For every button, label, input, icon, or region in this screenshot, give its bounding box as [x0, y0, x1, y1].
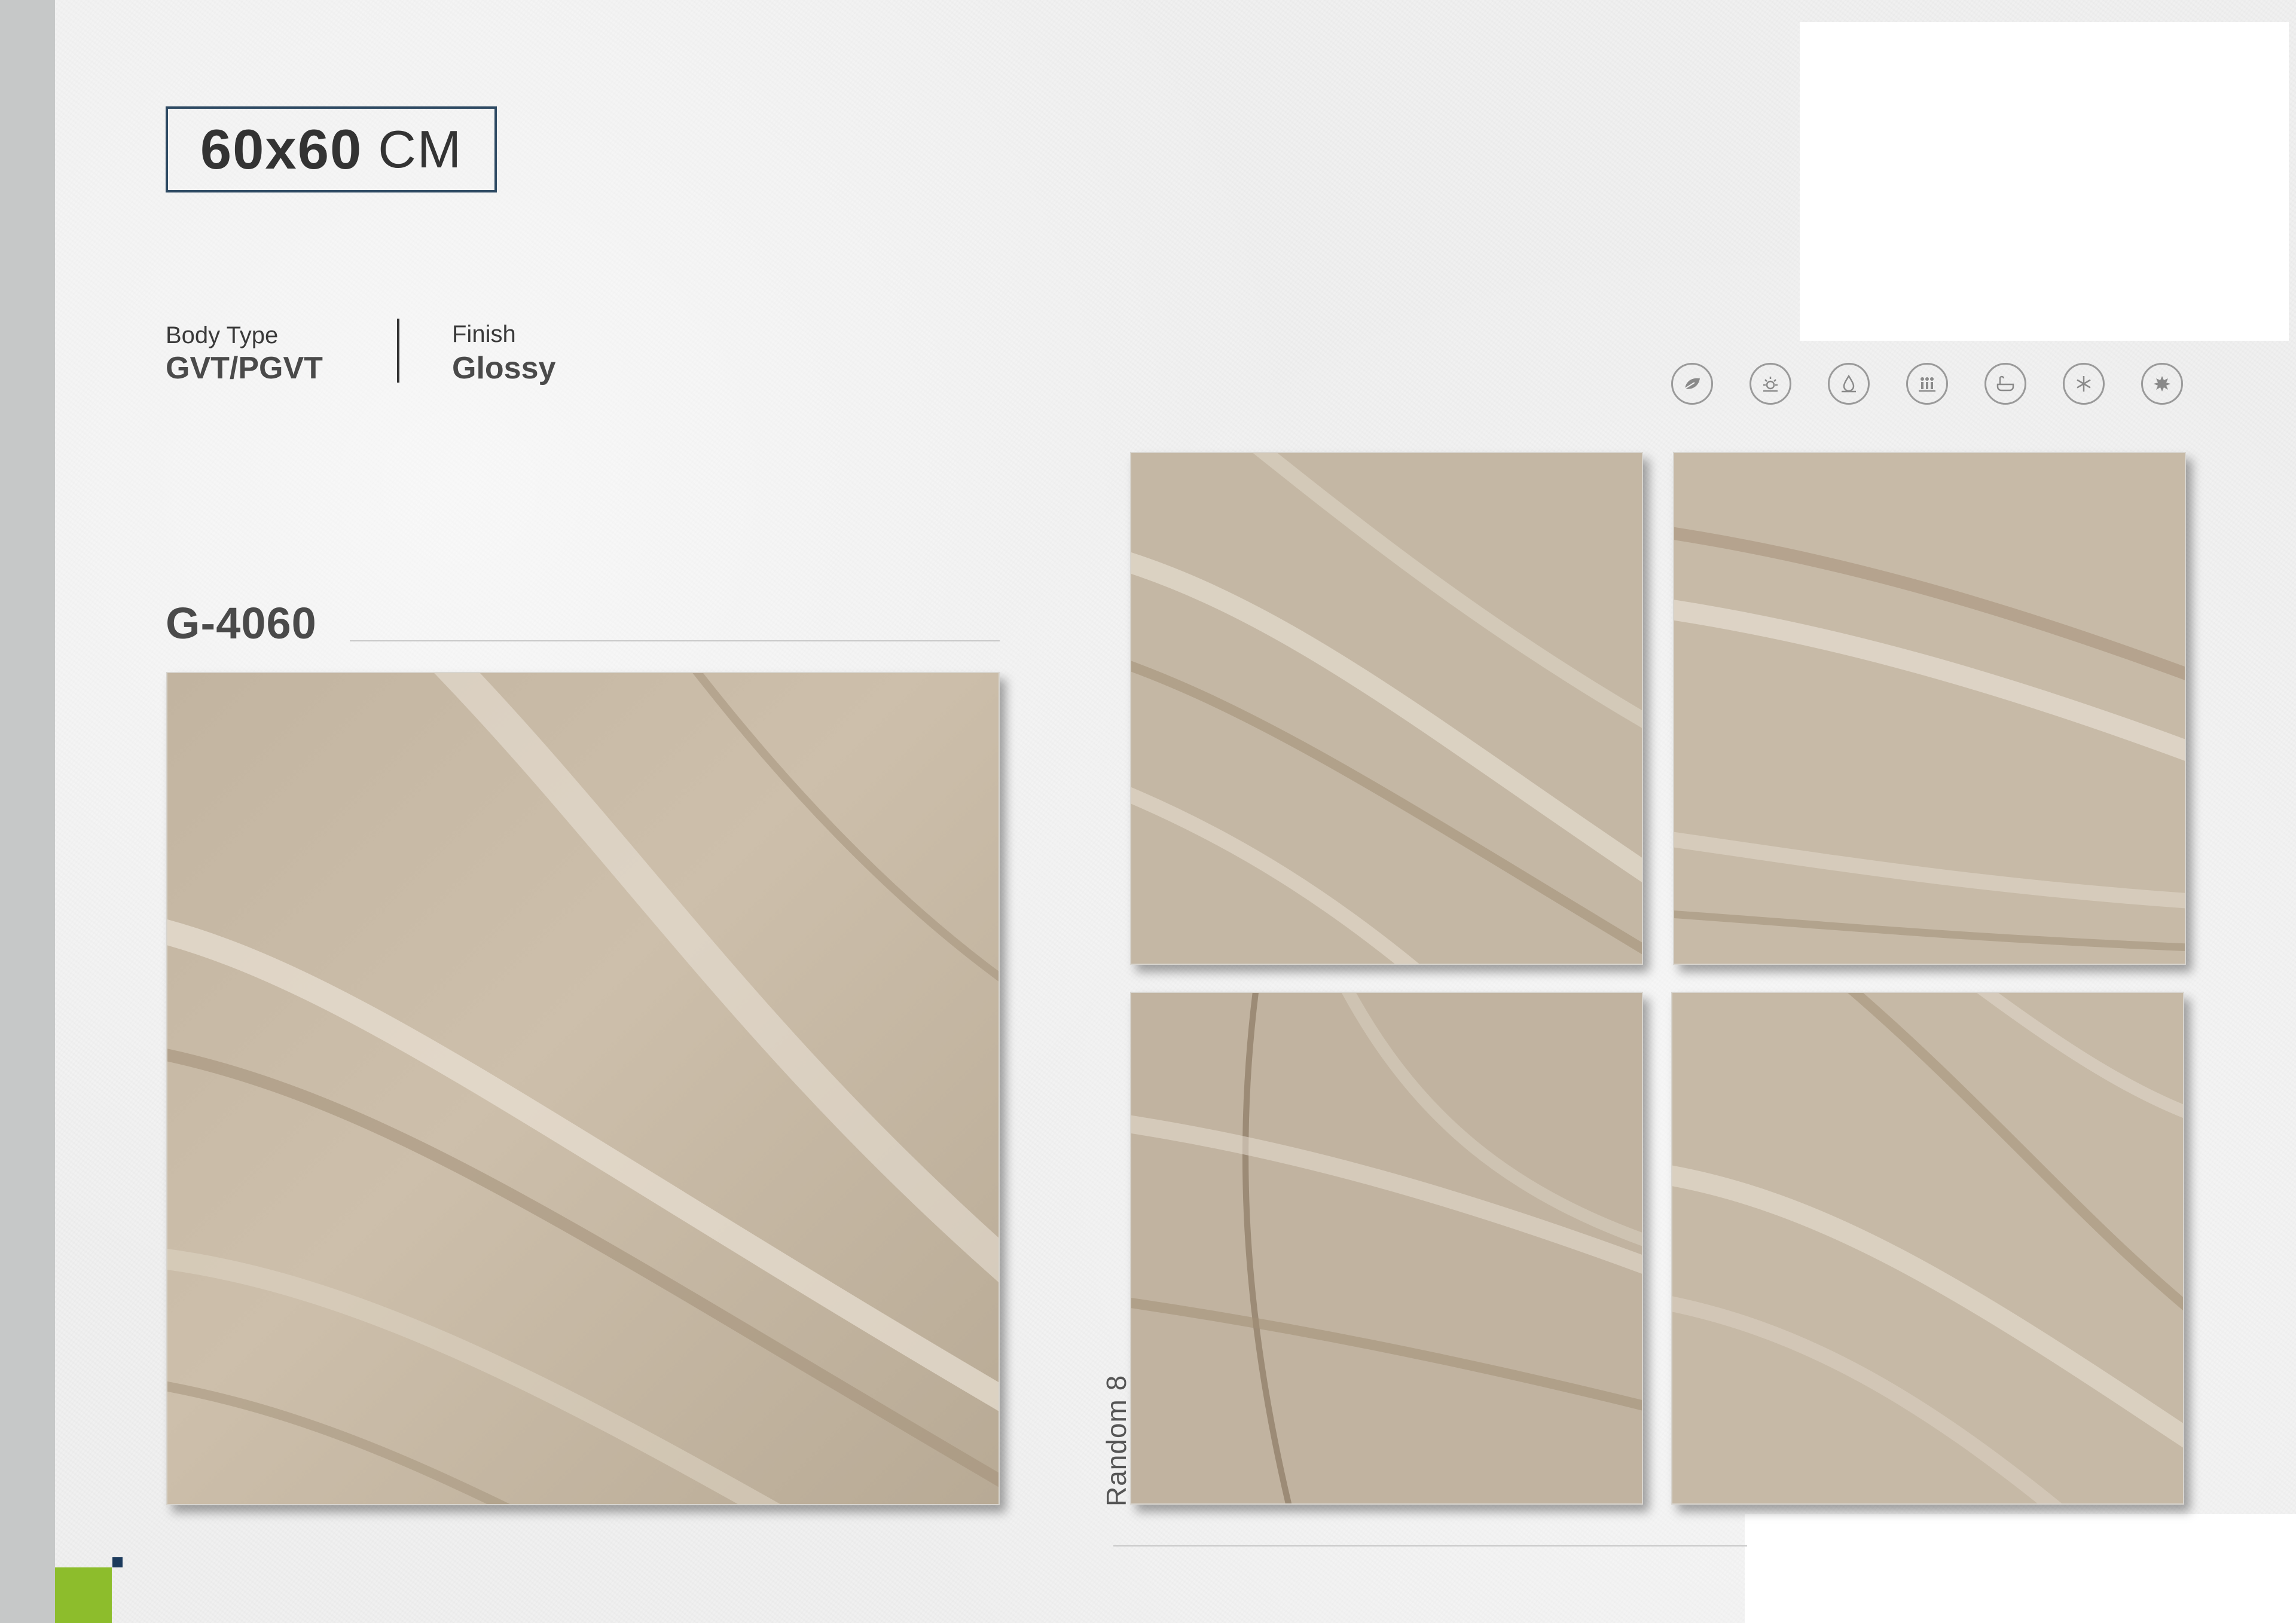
snowflake-icon — [2063, 363, 2105, 405]
variation-tile-3 — [1130, 992, 1643, 1505]
body-type-value: GVT/PGVT — [166, 351, 323, 386]
side-color-bar — [0, 0, 55, 1623]
finish-value: Glossy — [452, 351, 556, 386]
bottom-right-blank-area — [1745, 1514, 2296, 1623]
size-badge: 60x60 CM — [166, 106, 497, 192]
leaf-icon — [1671, 363, 1713, 405]
variation-tile-1 — [1130, 452, 1643, 965]
size-unit: CM — [378, 120, 463, 179]
variation-tile-4 — [1671, 992, 2184, 1505]
bottom-rule — [1113, 1545, 1747, 1546]
top-right-blank-area — [1800, 22, 2289, 341]
people-icon — [1906, 363, 1948, 405]
corner-navy-square — [112, 1557, 123, 1567]
finish-label: Finish — [452, 321, 516, 347]
variation-label: Random 8 — [1101, 1374, 1132, 1506]
corner-green-square — [55, 1567, 112, 1623]
water-drop-icon — [1828, 363, 1870, 405]
product-code: G-4060 — [166, 598, 317, 648]
main-tile-image — [166, 672, 1000, 1505]
sun-icon — [1750, 363, 1791, 405]
size-value: 60x60 — [200, 118, 363, 181]
variation-tile-2 — [1673, 452, 2186, 965]
fire-burst-icon — [2141, 363, 2183, 405]
spec-divider — [397, 319, 399, 383]
body-type-label: Body Type — [166, 322, 279, 349]
bathtub-icon — [1984, 363, 2026, 405]
code-underline — [350, 640, 1000, 641]
